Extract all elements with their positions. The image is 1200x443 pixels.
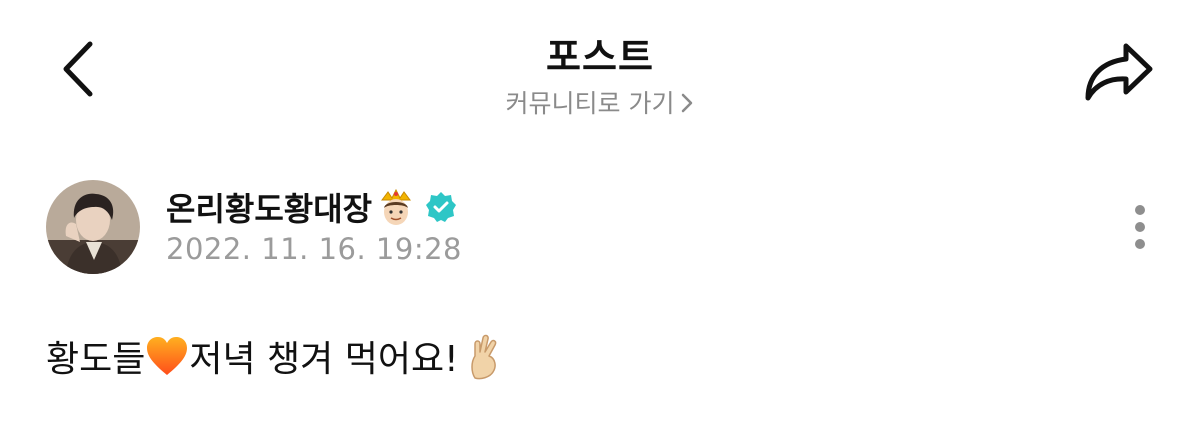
orange-heart-emoji (147, 337, 188, 375)
author-name[interactable]: 온리황도황대장 (166, 184, 458, 230)
crossed-fingers-emoji (470, 334, 496, 380)
verified-badge-icon (426, 192, 457, 222)
post-text-part2: 저녁 챙겨 먹어요! (189, 339, 459, 380)
chevron-right-icon (682, 93, 693, 113)
community-link-label: 커뮤니티로 가기 (505, 89, 675, 118)
go-to-community-link[interactable]: 커뮤니티로 가기 (0, 84, 1200, 120)
share-icon (1085, 43, 1153, 101)
top-bar: 포스트 커뮤니티로 가기 (0, 0, 1200, 140)
post-content: 황도들 저녁 챙겨 먹어요! (46, 330, 505, 382)
author-name-text: 온리황도황대장 (166, 190, 373, 228)
post-text-part1: 황도들 (46, 339, 146, 380)
share-button[interactable] (1082, 40, 1156, 104)
post-timestamp: 2022. 11. 16. 19:28 (166, 232, 462, 266)
more-vertical-icon (1135, 205, 1145, 249)
more-options-button[interactable] (1128, 202, 1152, 252)
prince-emoji (381, 188, 412, 225)
avatar-photo (46, 180, 140, 274)
post-author: 온리황도황대장 2022. 11. 16. 19:28 (46, 180, 1166, 276)
avatar[interactable] (46, 180, 140, 274)
page-title: 포스트 (546, 35, 654, 79)
